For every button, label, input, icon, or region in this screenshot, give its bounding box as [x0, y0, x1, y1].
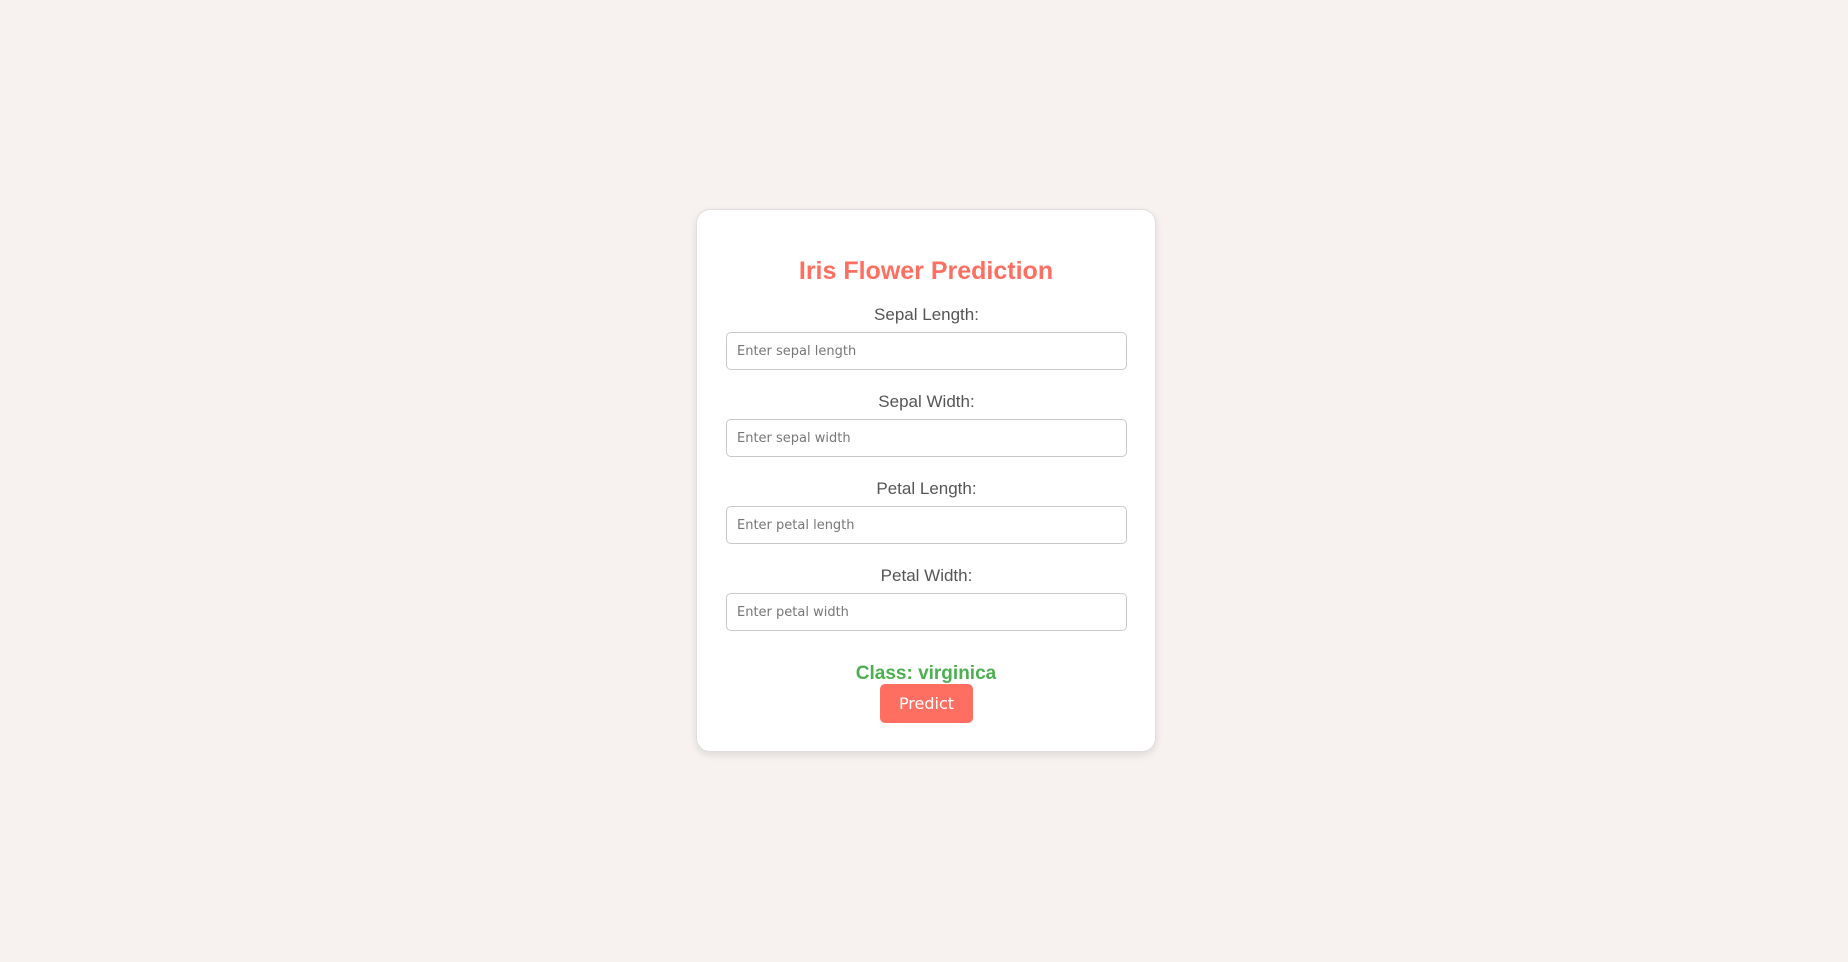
sepal-width-input[interactable] — [726, 419, 1127, 457]
petal-width-label: Petal Width: — [880, 566, 973, 585]
predict-button[interactable]: Predict — [880, 684, 973, 723]
petal-length-group: Petal Length: — [726, 479, 1127, 544]
sepal-width-label: Sepal Width: — [878, 392, 975, 411]
sepal-length-input[interactable] — [726, 332, 1127, 370]
sepal-width-group: Sepal Width: — [726, 392, 1127, 457]
sepal-length-group: Sepal Length: — [726, 305, 1127, 370]
sepal-length-label: Sepal Length: — [874, 305, 979, 324]
prediction-result: Class: virginica — [855, 663, 997, 684]
petal-width-input[interactable] — [726, 593, 1127, 631]
petal-width-group: Petal Width: — [726, 566, 1127, 631]
page-title: Iris Flower Prediction — [798, 257, 1054, 285]
petal-length-input[interactable] — [726, 506, 1127, 544]
petal-length-label: Petal Length: — [876, 479, 977, 498]
prediction-card: Iris Flower Prediction Sepal Length: Sep… — [696, 209, 1156, 752]
